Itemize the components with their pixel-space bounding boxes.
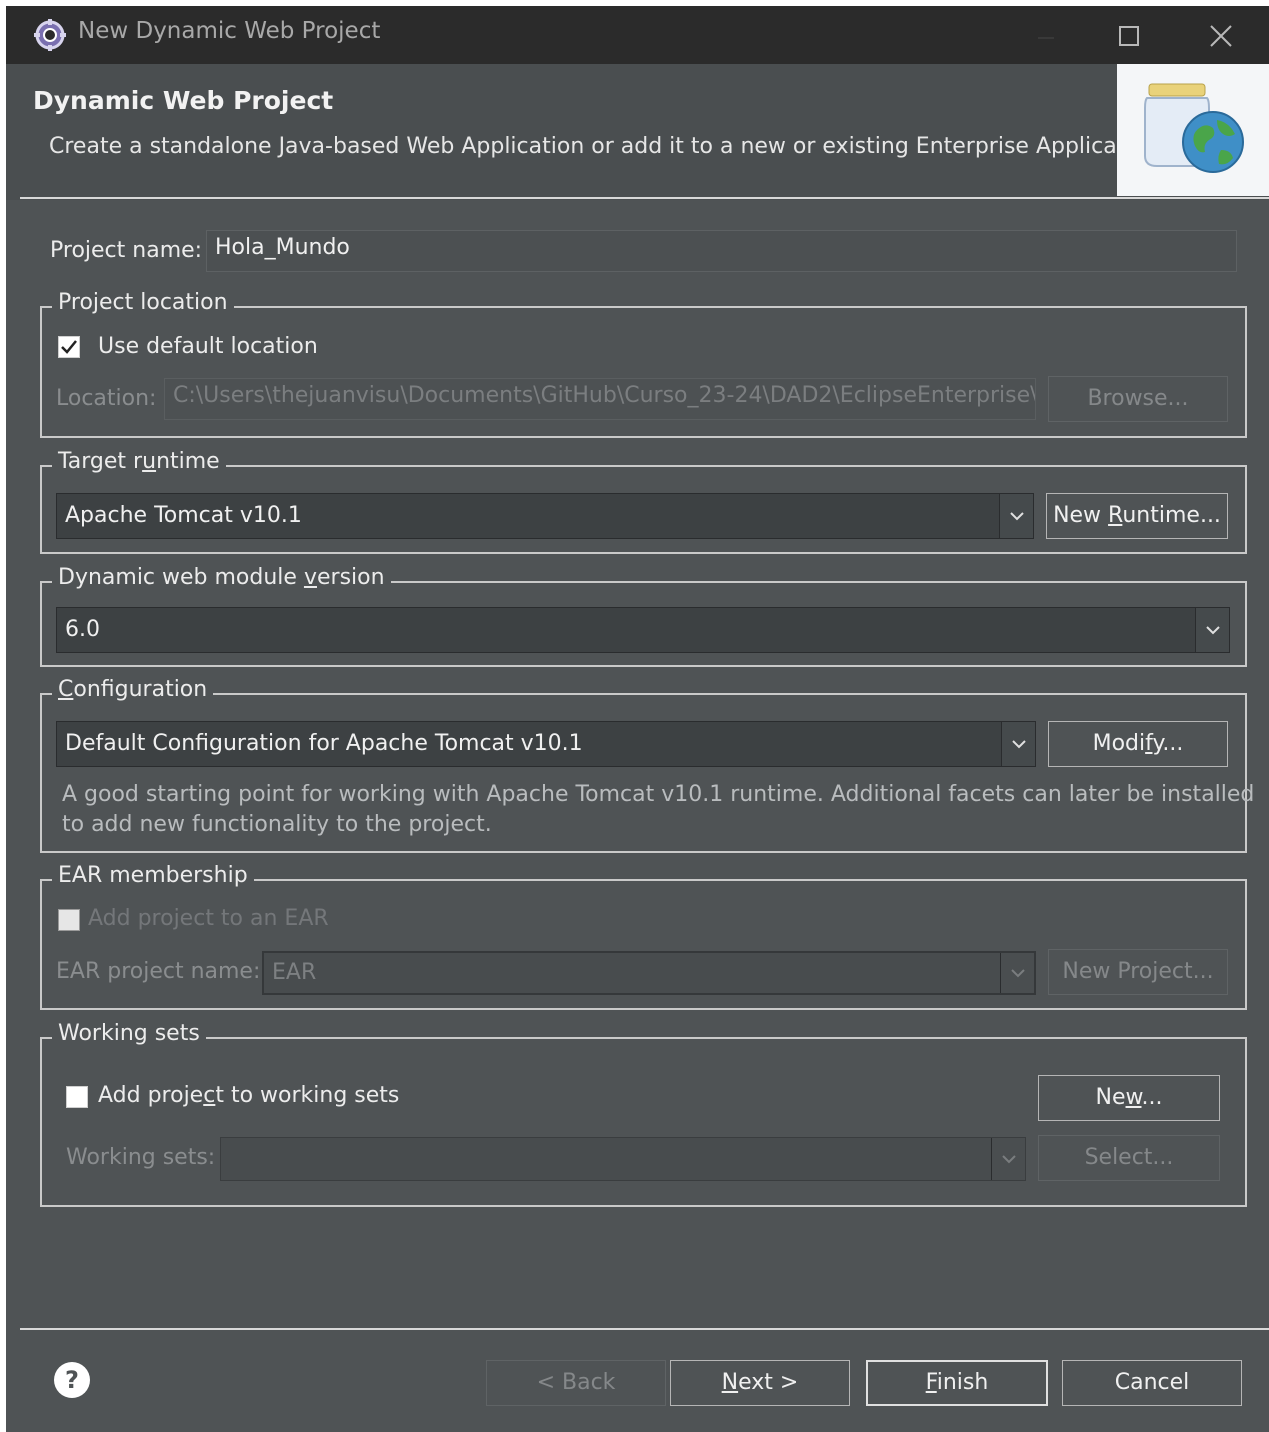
module-version-legend: Dynamic web module version <box>52 565 391 590</box>
new-working-set-button[interactable]: New... <box>1038 1075 1220 1121</box>
back-button[interactable]: < Back <box>486 1360 666 1406</box>
chevron-down-icon[interactable] <box>1195 608 1229 652</box>
working-sets-group: Working sets <box>40 1021 1247 1207</box>
target-runtime-value: Apache Tomcat v10.1 <box>65 503 302 528</box>
target-runtime-legend: Target runtime <box>52 449 226 474</box>
module-version-value: 6.0 <box>65 617 100 642</box>
configuration-description-line1: A good starting point for working with A… <box>62 782 1255 807</box>
ear-membership-legend: EAR membership <box>52 863 254 888</box>
project-name-label: Project name: <box>50 238 203 263</box>
ear-project-name-label: EAR project name: <box>56 959 261 984</box>
use-default-location-checkbox[interactable] <box>58 336 80 358</box>
select-working-sets-button[interactable]: Select... <box>1038 1135 1220 1181</box>
web-project-jar-globe-icon <box>1117 64 1269 196</box>
location-input[interactable]: C:\Users\thejuanvisu\Documents\GitHub\Cu… <box>164 378 1036 420</box>
ear-project-name-select[interactable]: EAR <box>262 951 1036 995</box>
svg-text:?: ? <box>65 1366 79 1394</box>
configuration-description-line2: to add new functionality to the project. <box>62 812 492 837</box>
ear-project-name-value: EAR <box>272 960 317 985</box>
wizard-page-description: Create a standalone Java-based Web Appli… <box>49 134 1166 159</box>
close-icon[interactable] <box>1201 16 1241 56</box>
working-sets-select[interactable] <box>220 1137 1026 1181</box>
minimize-icon[interactable] <box>1026 16 1066 56</box>
configuration-select[interactable]: Default Configuration for Apache Tomcat … <box>56 721 1036 767</box>
configuration-value: Default Configuration for Apache Tomcat … <box>65 731 583 756</box>
next-button[interactable]: Next > <box>670 1360 850 1406</box>
wizard-page-title: Dynamic Web Project <box>33 86 334 115</box>
finish-button[interactable]: Finish <box>866 1360 1048 1406</box>
module-version-select[interactable]: 6.0 <box>56 607 1230 653</box>
wizard-header: Dynamic Web Project Create a standalone … <box>6 64 1269 200</box>
add-to-working-sets-checkbox[interactable] <box>66 1086 88 1108</box>
dialog-window: New Dynamic Web Project Dynamic Web Proj… <box>6 6 1269 1432</box>
eclipse-gear-icon <box>34 19 66 51</box>
help-icon[interactable]: ? <box>52 1360 92 1400</box>
chevron-down-icon[interactable] <box>991 1138 1025 1180</box>
footer-separator <box>20 1328 1269 1330</box>
use-default-location-label[interactable]: Use default location <box>98 334 318 359</box>
maximize-icon[interactable] <box>1109 16 1149 56</box>
chevron-down-icon[interactable] <box>1000 953 1034 993</box>
working-sets-label: Working sets: <box>66 1145 216 1170</box>
configuration-legend: Configuration <box>52 677 214 702</box>
modify-button[interactable]: Modify... <box>1048 721 1228 767</box>
header-separator <box>20 197 1269 199</box>
add-to-ear-label[interactable]: Add project to an EAR <box>88 906 329 931</box>
cancel-button[interactable]: Cancel <box>1062 1360 1242 1406</box>
add-to-working-sets-label[interactable]: Add project to working sets <box>98 1083 399 1108</box>
add-to-ear-checkbox[interactable] <box>58 909 80 931</box>
target-runtime-select[interactable]: Apache Tomcat v10.1 <box>56 493 1034 539</box>
location-label: Location: <box>56 386 157 411</box>
chevron-down-icon[interactable] <box>1001 722 1035 766</box>
title-bar[interactable]: New Dynamic Web Project <box>6 6 1269 64</box>
project-location-legend: Project location <box>52 290 234 315</box>
chevron-down-icon[interactable] <box>999 494 1033 538</box>
new-runtime-button[interactable]: New Runtime... <box>1046 493 1228 539</box>
window-title: New Dynamic Web Project <box>78 18 381 44</box>
working-sets-legend: Working sets <box>52 1021 206 1046</box>
new-ear-project-button[interactable]: New Project... <box>1048 949 1228 995</box>
browse-button[interactable]: Browse... <box>1048 376 1228 422</box>
project-name-input[interactable]: Hola_Mundo <box>206 230 1237 272</box>
